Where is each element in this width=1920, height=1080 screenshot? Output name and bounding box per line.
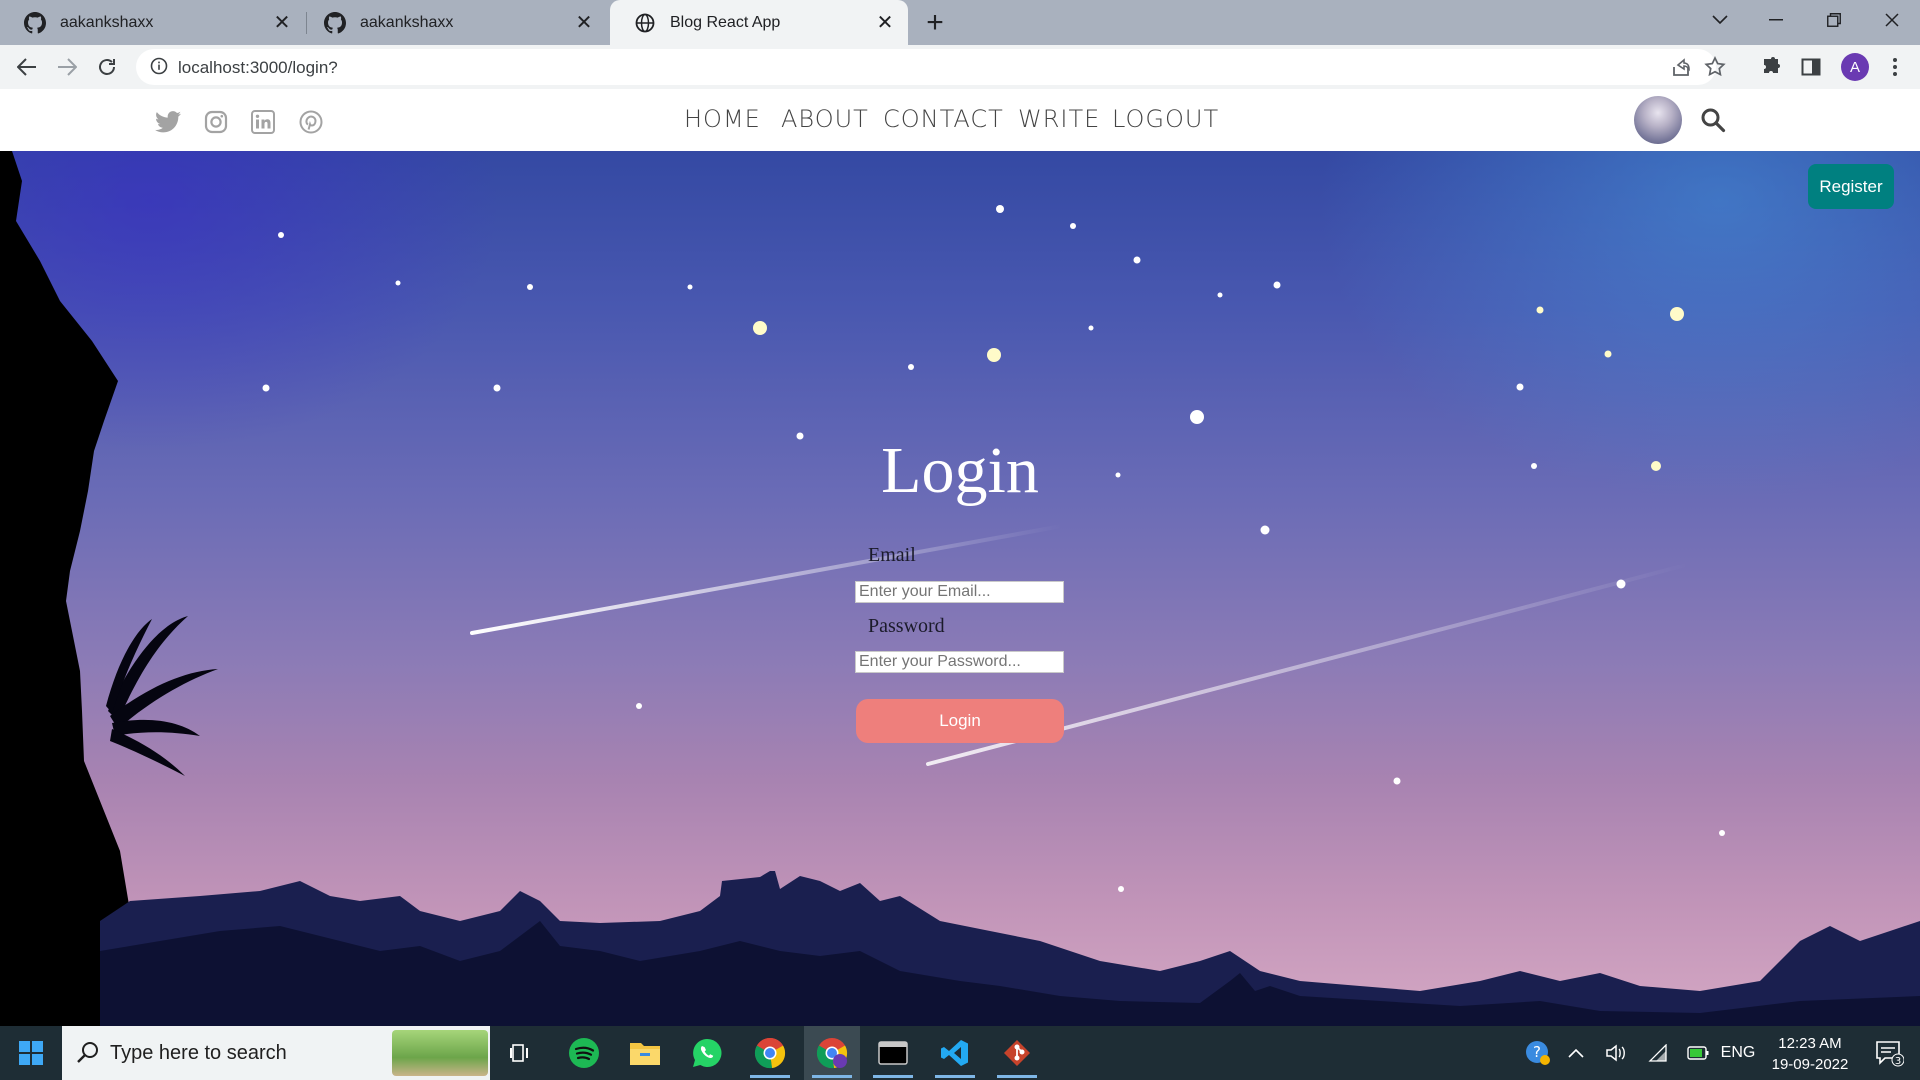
- git-icon[interactable]: [989, 1026, 1045, 1080]
- email-field[interactable]: [855, 581, 1064, 603]
- side-panel-icon[interactable]: [1798, 54, 1824, 80]
- login-hero-background: Register Login Email Password Login: [0, 151, 1920, 1026]
- clock-time: 12:23 AM: [1778, 1035, 1842, 1052]
- tab-divider: [306, 12, 307, 34]
- svg-text:?: ?: [1533, 1043, 1541, 1061]
- instagram-icon[interactable]: [203, 109, 229, 135]
- tab-blog-react-app[interactable]: Blog React App ✕: [610, 0, 908, 45]
- linkedin-icon[interactable]: [250, 109, 276, 135]
- language-indicator[interactable]: ENG: [1718, 1026, 1758, 1080]
- url-text: localhost:3000/login?: [178, 58, 338, 77]
- vscode-icon[interactable]: [927, 1026, 983, 1080]
- user-avatar[interactable]: [1634, 96, 1682, 144]
- windows-taskbar: Type here to search ? ENG 12:23 AM 19-09…: [0, 1026, 1920, 1080]
- whatsapp-icon[interactable]: [679, 1026, 735, 1080]
- search-icon[interactable]: [1700, 107, 1728, 135]
- tab-github-2[interactable]: aakankshaxx ✕: [308, 0, 607, 45]
- tab-title: Blog React App: [670, 13, 781, 31]
- chrome-profile-icon[interactable]: [804, 1026, 860, 1080]
- back-arrow-icon[interactable]: [10, 50, 44, 84]
- extensions-puzzle-icon[interactable]: [1758, 54, 1784, 80]
- github-icon: [24, 11, 46, 34]
- restore-window-icon[interactable]: [1806, 0, 1862, 40]
- tab-github-1[interactable]: aakankshaxx ✕: [0, 0, 305, 45]
- tab-search-chevron-icon[interactable]: [1692, 0, 1748, 40]
- close-tab-icon[interactable]: ✕: [870, 8, 900, 38]
- taskbar-search-placeholder: Type here to search: [110, 1042, 287, 1064]
- twitter-icon[interactable]: [155, 109, 181, 135]
- search-highlight-illustration: [392, 1030, 488, 1076]
- register-button[interactable]: Register: [1808, 164, 1894, 209]
- windows-start-icon[interactable]: [0, 1026, 62, 1080]
- site-info-icon[interactable]: [150, 57, 170, 77]
- login-button[interactable]: Login: [856, 699, 1064, 743]
- login-title: Login: [881, 434, 1039, 507]
- search-icon: [76, 1040, 102, 1066]
- nav-home-link[interactable]: HOME: [684, 105, 761, 133]
- browser-menu-icon[interactable]: [1882, 54, 1908, 80]
- browser-toolbar: localhost:3000/login? A: [0, 45, 1920, 89]
- file-explorer-icon[interactable]: [617, 1026, 673, 1080]
- github-icon: [324, 11, 346, 34]
- network-icon[interactable]: [1640, 1026, 1676, 1080]
- battery-icon[interactable]: [1680, 1026, 1716, 1080]
- taskbar-search-box[interactable]: Type here to search: [62, 1026, 490, 1080]
- tab-title: aakankshaxx: [360, 13, 454, 31]
- email-label: Email: [868, 544, 916, 566]
- site-top-nav: HOME ABOUT CONTACT WRITE LOGOUT: [0, 89, 1920, 151]
- volume-icon[interactable]: [1598, 1026, 1634, 1080]
- taskbar-clock[interactable]: 12:23 AM 19-09-2022: [1762, 1033, 1858, 1075]
- show-hidden-icons-chevron-icon[interactable]: [1560, 1026, 1592, 1080]
- help-icon[interactable]: ?: [1520, 1026, 1556, 1080]
- new-tab-button[interactable]: +: [918, 6, 952, 40]
- task-view-icon[interactable]: [492, 1026, 548, 1080]
- chrome-icon[interactable]: [742, 1026, 798, 1080]
- password-label: Password: [868, 615, 945, 637]
- close-tab-icon[interactable]: ✕: [569, 8, 599, 38]
- forward-arrow-icon[interactable]: [50, 50, 84, 84]
- nav-write-link[interactable]: WRITE: [1018, 105, 1100, 133]
- share-icon[interactable]: [1670, 56, 1692, 78]
- close-tab-icon[interactable]: ✕: [267, 8, 297, 38]
- bookmark-star-icon[interactable]: [1704, 56, 1726, 78]
- reload-icon[interactable]: [90, 50, 124, 84]
- address-bar[interactable]: localhost:3000/login?: [136, 49, 1726, 85]
- minimize-window-icon[interactable]: [1748, 0, 1804, 40]
- notifications-icon[interactable]: 3: [1864, 1026, 1914, 1080]
- nav-logout-link[interactable]: LOGOUT: [1112, 105, 1219, 133]
- password-field[interactable]: [855, 651, 1064, 673]
- tab-title: aakankshaxx: [60, 13, 154, 31]
- nav-about-link[interactable]: ABOUT: [781, 105, 869, 133]
- notification-count: 3: [1895, 1056, 1901, 1067]
- spotify-icon[interactable]: [556, 1026, 612, 1080]
- nav-contact-link[interactable]: CONTACT: [883, 105, 1004, 133]
- pinterest-icon[interactable]: [298, 109, 324, 135]
- terminal-icon[interactable]: [865, 1026, 921, 1080]
- close-window-icon[interactable]: [1864, 0, 1920, 40]
- browser-profile-avatar[interactable]: A: [1841, 53, 1869, 81]
- browser-tab-strip: aakankshaxx ✕ aakankshaxx ✕ Blog React A…: [0, 0, 1920, 45]
- clock-date: 19-09-2022: [1771, 1056, 1849, 1073]
- globe-icon: [634, 12, 656, 34]
